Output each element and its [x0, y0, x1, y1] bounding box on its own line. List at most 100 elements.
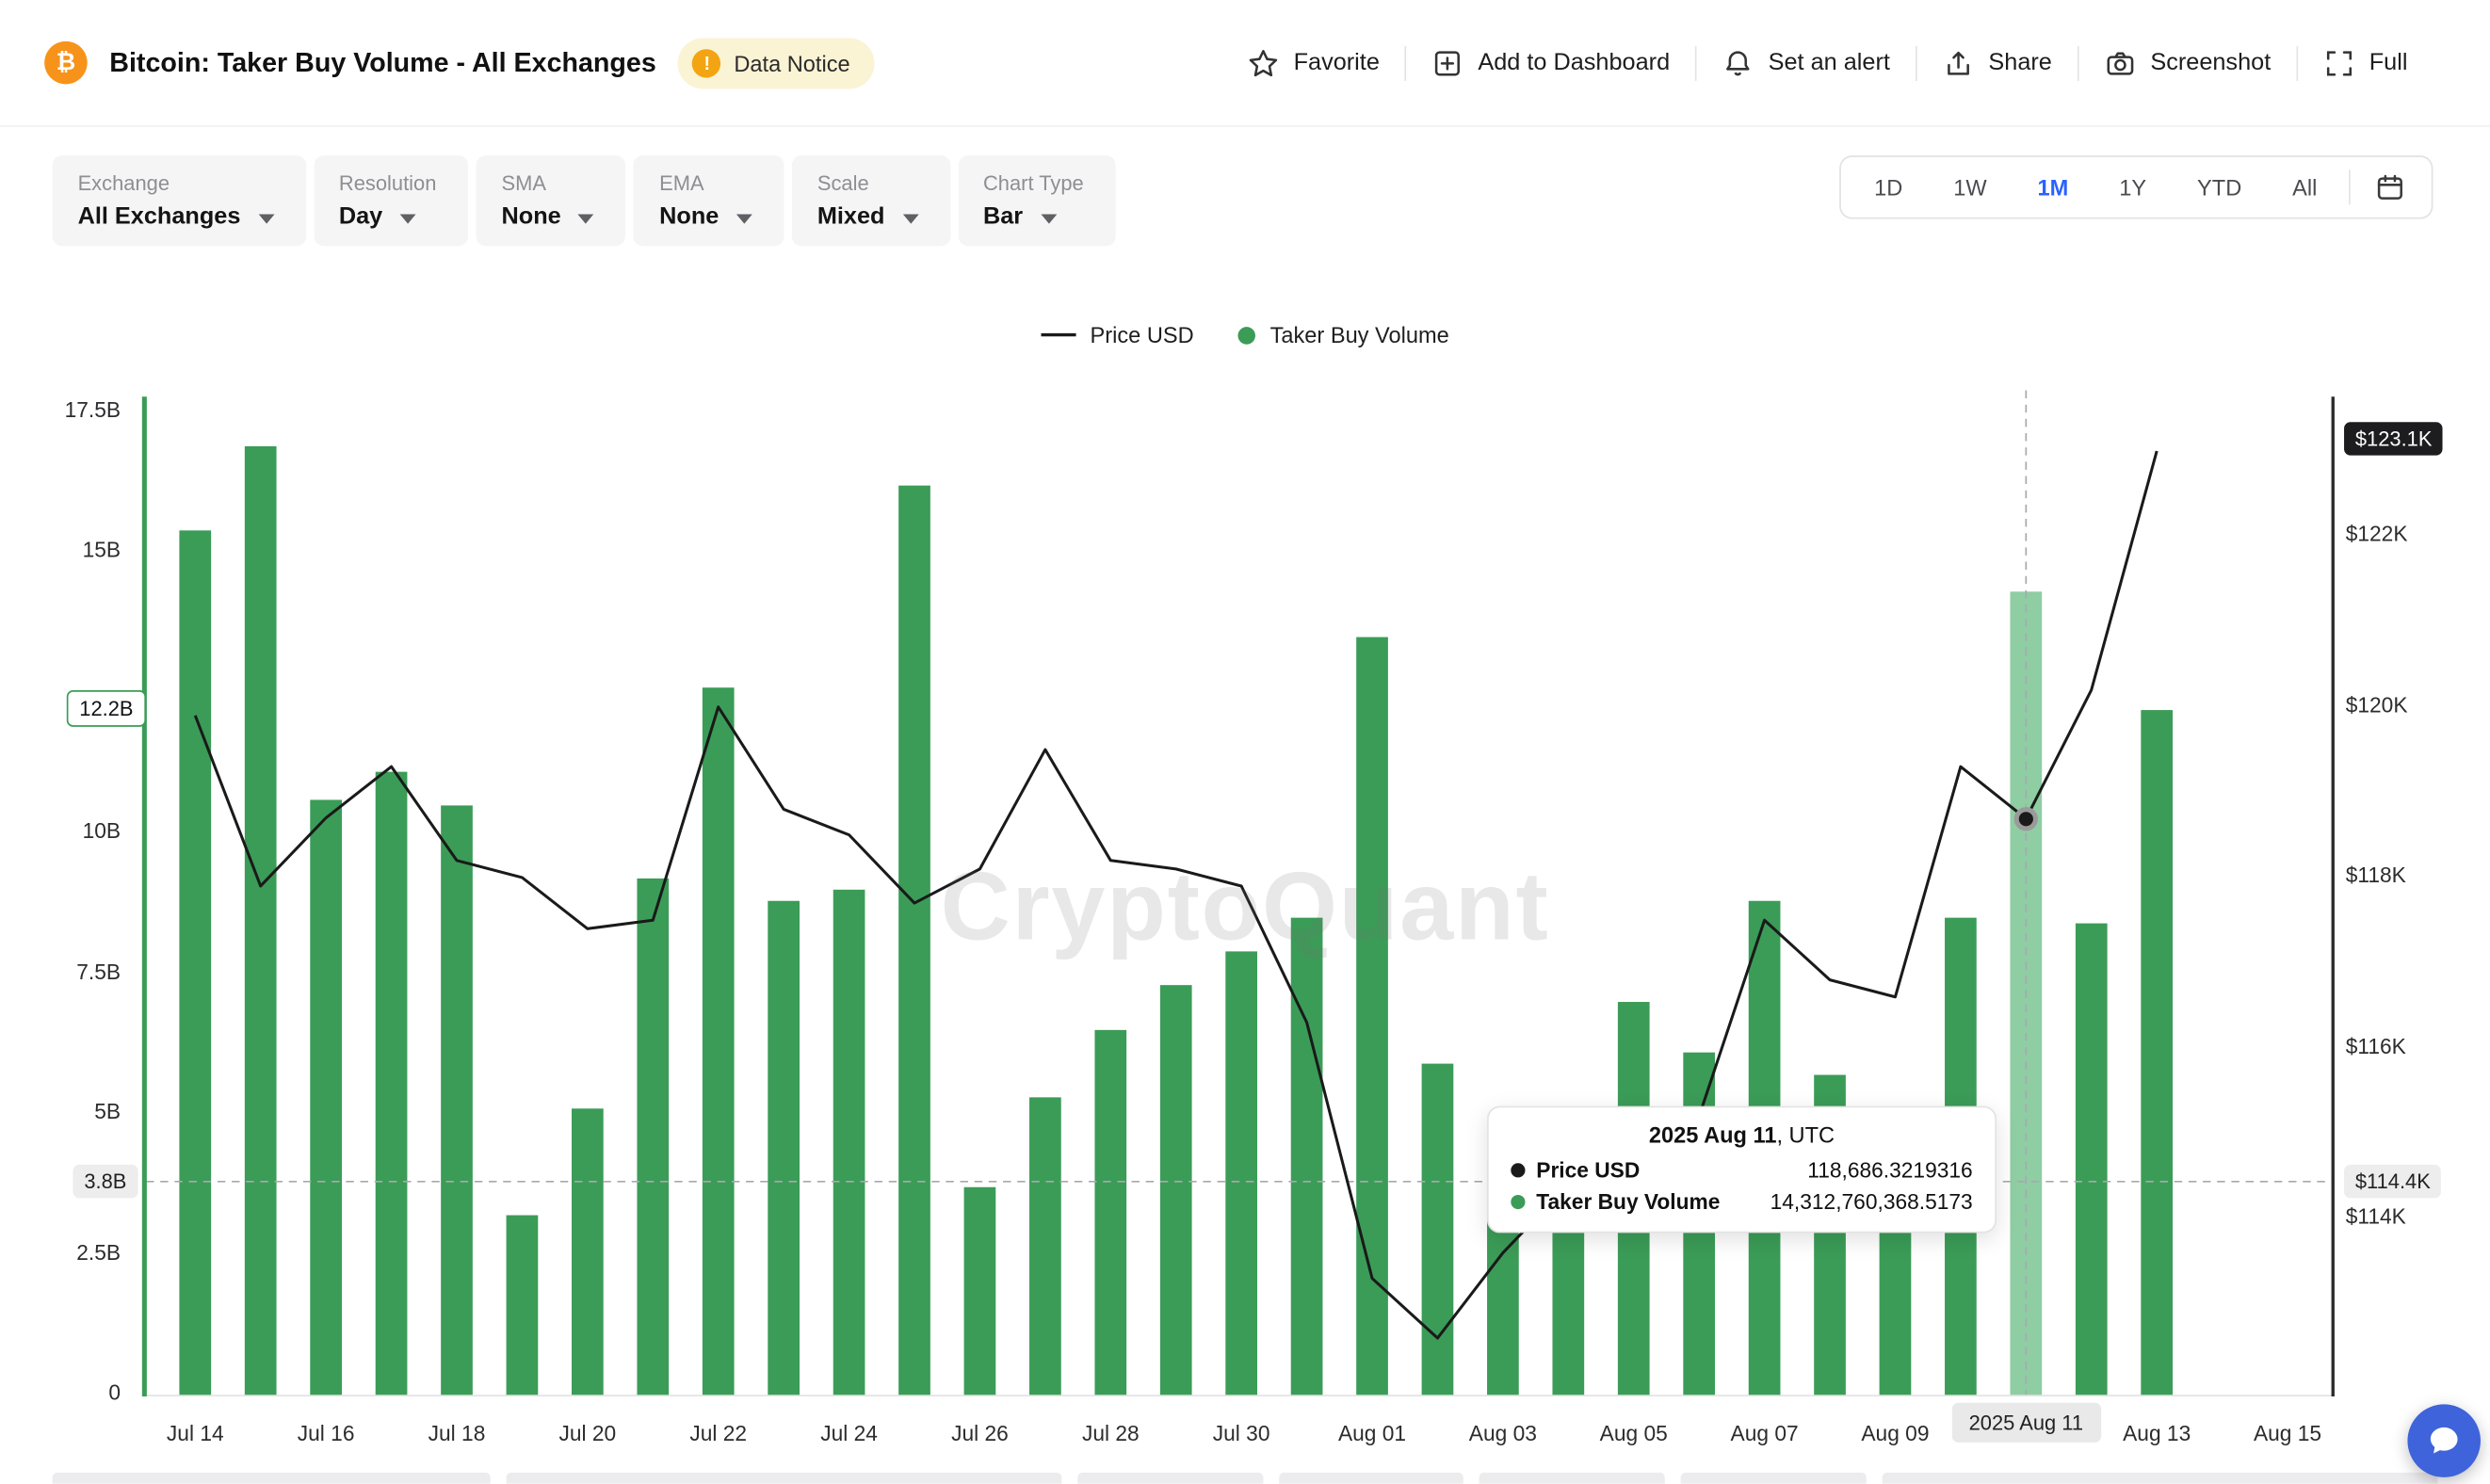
left-axis-tick: 5B	[25, 1100, 121, 1123]
volume-bar-aug-06[interactable]	[1683, 1053, 1715, 1395]
chart-controls: Exchange All Exchanges Resolution Day SM…	[53, 155, 1116, 246]
volume-bar-jul-18[interactable]	[441, 805, 473, 1395]
volume-bar-jul-16[interactable]	[310, 799, 342, 1395]
resolution-dropdown[interactable]: Resolution Day	[314, 155, 468, 246]
ema-value: None	[659, 203, 719, 231]
resolution-value: Day	[339, 203, 382, 231]
volume-bar-jul-21[interactable]	[637, 879, 669, 1395]
dashboard-add-icon	[1431, 47, 1463, 79]
volume-bar-aug-01[interactable]	[1356, 637, 1388, 1395]
tooltip-date: 2025 Aug 11	[1649, 1121, 1777, 1147]
legend-dot-swatch	[1238, 326, 1256, 344]
crosshair-date-badge: 2025 Aug 11	[1951, 1403, 2101, 1443]
price-marker-dot	[2016, 810, 2035, 829]
volume-bar-aug-02[interactable]	[1422, 1064, 1454, 1395]
fullscreen-button[interactable]: Full	[2298, 47, 2433, 79]
calendar-button[interactable]	[2357, 157, 2424, 218]
volume-bar-aug-03[interactable]	[1487, 1159, 1519, 1395]
exchange-dropdown[interactable]: Exchange All Exchanges	[53, 155, 306, 246]
volume-bar-jul-22[interactable]	[703, 687, 735, 1395]
fullscreen-label: Full	[2369, 49, 2408, 76]
volume-bar-jul-28[interactable]	[1094, 1030, 1126, 1395]
chart-type-label: Chart Type	[983, 171, 1084, 195]
legend-item-price[interactable]: Price USD	[1041, 322, 1193, 347]
x-axis-tick: Aug 13	[2098, 1422, 2216, 1445]
share-icon	[1943, 47, 1975, 79]
x-axis-tick: Aug 03	[1445, 1422, 1562, 1445]
legend-line-swatch	[1041, 333, 1075, 336]
tooltip-price-value: 118,686.3219316	[1807, 1158, 1972, 1182]
add-to-dashboard-button[interactable]: Add to Dashboard	[1407, 47, 1696, 79]
volume-bar-jul-19[interactable]	[507, 1216, 539, 1395]
chat-widget-button[interactable]	[2407, 1404, 2481, 1477]
ema-dropdown[interactable]: EMA None	[634, 155, 784, 246]
price-last-value-badge: $123.1K	[2344, 422, 2443, 455]
table-strip-cell	[1077, 1473, 1263, 1484]
chevron-down-icon	[1041, 214, 1057, 223]
data-notice-badge[interactable]: ! Data Notice	[678, 38, 874, 89]
volume-bar-aug-12[interactable]	[2076, 924, 2108, 1395]
range-1w[interactable]: 1W	[1928, 157, 2012, 218]
volume-bar-jul-24[interactable]	[833, 890, 865, 1395]
camera-icon	[2104, 47, 2136, 79]
title-wrap: ₿ Bitcoin: Taker Buy Volume - All Exchan…	[44, 38, 874, 89]
chart-tooltip: 2025 Aug 11, UTC Price USD 118,686.32193…	[1487, 1106, 1997, 1234]
set-alert-button[interactable]: Set an alert	[1697, 47, 1916, 79]
scale-label: Scale	[817, 171, 918, 195]
left-axis-tick: 0	[25, 1380, 121, 1404]
volume-bar-jul-27[interactable]	[1029, 1097, 1061, 1395]
volume-bar-aug-04[interactable]	[1552, 1108, 1584, 1395]
tooltip-price-label: Price USD	[1536, 1158, 1640, 1182]
exchange-value: All Exchanges	[78, 203, 241, 231]
volume-bar-jul-30[interactable]	[1225, 951, 1257, 1395]
volume-bar-jul-23[interactable]	[768, 901, 800, 1395]
volume-bar-jul-29[interactable]	[1160, 985, 1192, 1395]
divider	[2349, 169, 2351, 204]
volume-last-value-badge: 12.2B	[67, 691, 146, 728]
volume-bar-jul-26[interactable]	[964, 1187, 996, 1395]
table-strip-cell	[53, 1473, 491, 1484]
volume-bar-aug-07[interactable]	[1749, 901, 1781, 1395]
volume-bar-jul-20[interactable]	[572, 1108, 604, 1395]
x-axis-tick: Jul 26	[921, 1422, 1039, 1445]
range-1d[interactable]: 1D	[1849, 157, 1928, 218]
range-1y[interactable]: 1Y	[2094, 157, 2172, 218]
chart-type-dropdown[interactable]: Chart Type Bar	[958, 155, 1115, 246]
volume-bar-jul-25[interactable]	[898, 486, 930, 1395]
volume-bar-jul-17[interactable]	[376, 772, 408, 1395]
share-button[interactable]: Share	[1917, 47, 2078, 79]
scale-dropdown[interactable]: Scale Mixed	[792, 155, 950, 246]
x-axis-tick: Jul 20	[528, 1422, 646, 1445]
page-title: Bitcoin: Taker Buy Volume - All Exchange…	[109, 47, 656, 79]
right-axis-tick: $118K	[2346, 863, 2406, 887]
range-1m[interactable]: 1M	[2013, 157, 2094, 218]
legend-item-volume[interactable]: Taker Buy Volume	[1238, 322, 1449, 347]
volume-dot-icon	[1511, 1195, 1525, 1209]
volume-bar-jul-31[interactable]	[1291, 918, 1323, 1395]
header-actions: Favorite Add to Dashboard Set an alert S…	[1222, 45, 2433, 80]
data-notice-label: Data Notice	[734, 50, 849, 75]
price-crosshair-badge: $114.4K	[2344, 1164, 2442, 1197]
tooltip-timezone: , UTC	[1776, 1121, 1835, 1147]
left-axis-tick: 17.5B	[25, 398, 121, 422]
volume-bar-jul-15[interactable]	[245, 446, 277, 1395]
volume-bar-aug-11[interactable]	[2010, 591, 2042, 1395]
range-ytd[interactable]: YTD	[2172, 157, 2267, 218]
volume-bar-aug-05[interactable]	[1618, 1002, 1650, 1395]
chevron-down-icon	[578, 214, 594, 223]
favorite-button[interactable]: Favorite	[1222, 47, 1405, 79]
table-strip-cell	[506, 1473, 1061, 1484]
sma-dropdown[interactable]: SMA None	[477, 155, 626, 246]
volume-bar-aug-08[interactable]	[1814, 1075, 1846, 1395]
volume-bar-jul-14[interactable]	[179, 530, 211, 1395]
screenshot-button[interactable]: Screenshot	[2079, 47, 2297, 79]
volume-bar-aug-13[interactable]	[2141, 710, 2173, 1395]
range-all[interactable]: All	[2267, 157, 2342, 218]
price-line	[195, 451, 2157, 1338]
set-alert-label: Set an alert	[1769, 49, 1890, 76]
volume-bar-aug-10[interactable]	[1945, 918, 1977, 1395]
right-axis-tick: $120K	[2346, 693, 2408, 717]
volume-bar-aug-09[interactable]	[1880, 1142, 1912, 1395]
share-label: Share	[1988, 49, 2051, 76]
table-strip-cell	[1479, 1473, 1665, 1484]
